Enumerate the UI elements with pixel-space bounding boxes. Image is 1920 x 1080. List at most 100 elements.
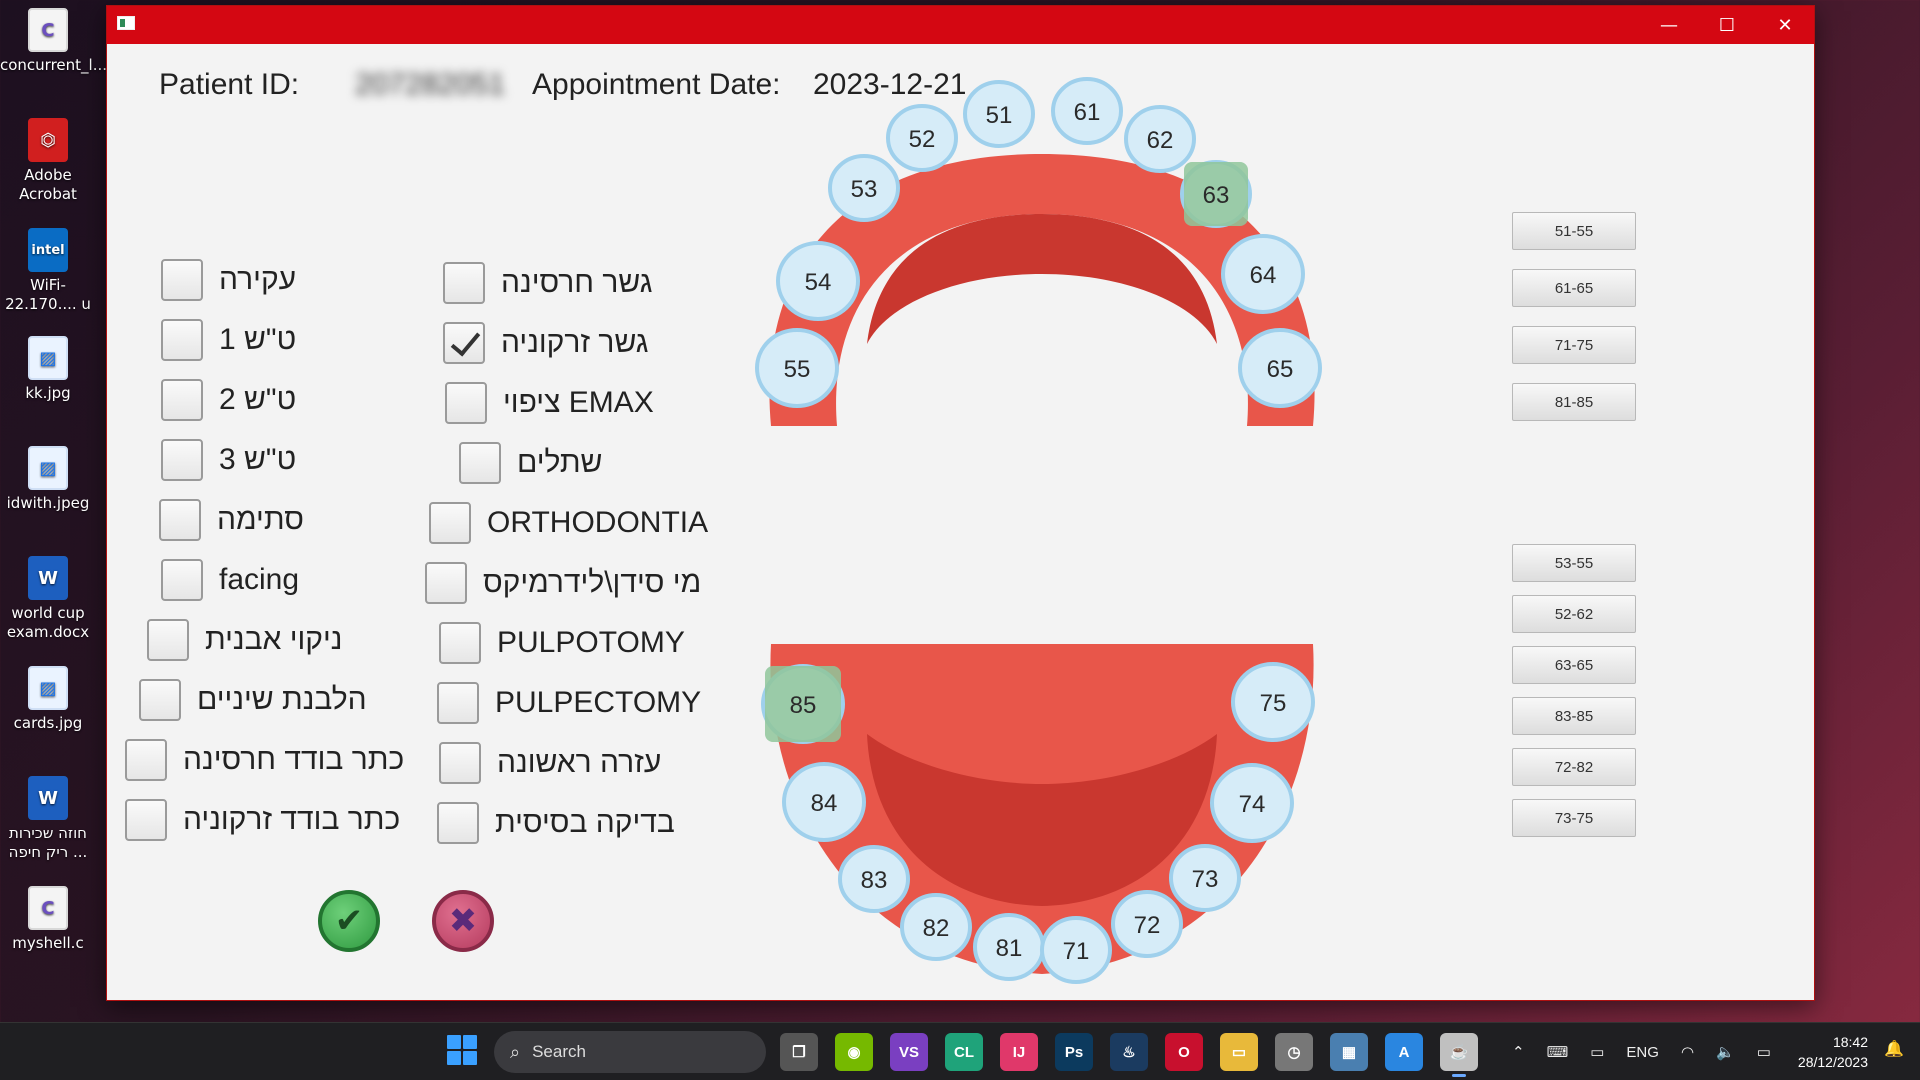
- tooth-number: 65: [1267, 356, 1294, 383]
- monitor-app-icon[interactable]: ▦: [1330, 1033, 1368, 1071]
- notification-bell-icon[interactable]: 🔔: [1884, 1039, 1904, 1058]
- taskbar-clock[interactable]: 18:42 28/12/2023: [1798, 1032, 1868, 1072]
- tooth-74[interactable]: 74: [1210, 763, 1294, 843]
- keyboard-icon[interactable]: ⌨: [1547, 1043, 1569, 1061]
- word-icon: W: [28, 556, 68, 600]
- show-hidden-icons-chevron-icon[interactable]: ⌃: [1512, 1043, 1525, 1061]
- display-icon[interactable]: ▭: [1590, 1043, 1604, 1061]
- desktop-icon[interactable]: ⏣ Adobe Acrobat: [0, 118, 96, 204]
- search-placeholder: Search: [532, 1042, 586, 1061]
- clock-time: 18:42: [1832, 1034, 1868, 1050]
- desktop-icon[interactable]: Wworld cup exam.docx: [0, 556, 96, 642]
- tooth-number: 82: [923, 915, 950, 942]
- tooth-range-button[interactable]: 51-55: [1512, 212, 1636, 250]
- clock-app-icon[interactable]: ◷: [1275, 1033, 1313, 1071]
- desktop-icon[interactable]: ▨ cards.jpg: [0, 666, 96, 733]
- tooth-82[interactable]: 82: [900, 893, 972, 961]
- clock-date: 28/12/2023: [1797, 1054, 1868, 1070]
- tooth-number: 64: [1250, 262, 1277, 289]
- desktop-icon[interactable]: intel WiFi-22.170.... u: [0, 228, 96, 314]
- tooth-range-button[interactable]: 61-65: [1512, 269, 1636, 307]
- tooth-54[interactable]: 54: [776, 241, 860, 321]
- desktop-icon-label: myshell.c: [12, 934, 84, 952]
- windows-logo-tile: [447, 1035, 461, 1049]
- tooth-61[interactable]: 61: [1051, 77, 1123, 145]
- tooth-range-button[interactable]: 83-85: [1512, 697, 1636, 735]
- task-view-icon[interactable]: ❐: [780, 1033, 818, 1071]
- desktop-icon-label: kk.jpg: [25, 384, 71, 402]
- java-app-icon: [117, 16, 135, 30]
- intellij-icon[interactable]: IJ: [1000, 1033, 1038, 1071]
- maximize-button[interactable]: ☐: [1698, 6, 1756, 44]
- tooth-number: 71: [1063, 938, 1090, 965]
- tooth-number: 54: [805, 269, 832, 296]
- battery-icon[interactable]: ▭: [1757, 1043, 1771, 1061]
- desktop-icon[interactable]: Cconcurrent_l...: [0, 8, 107, 75]
- photoshop-icon[interactable]: Ps: [1055, 1033, 1093, 1071]
- tooth-number: 75: [1260, 690, 1287, 717]
- c-file-icon: C: [28, 886, 68, 930]
- system-tray: ⌃ ⌨ ▭ ENG ◠ 🔈 ▭: [1512, 1023, 1771, 1080]
- pdf-icon: ⏣: [28, 118, 68, 162]
- tooth-number: 83: [861, 867, 888, 894]
- search-icon: ⌕: [510, 1041, 521, 1062]
- close-button[interactable]: ✕: [1756, 6, 1814, 44]
- opera-icon[interactable]: O: [1165, 1033, 1203, 1071]
- java-icon[interactable]: ☕: [1440, 1033, 1478, 1077]
- tooth-65[interactable]: 65: [1238, 328, 1322, 408]
- tooth-55[interactable]: 55: [755, 328, 839, 408]
- tooth-range-button[interactable]: 81-85: [1512, 383, 1636, 421]
- tooth-range-button[interactable]: 73-75: [1512, 799, 1636, 837]
- tooth-number: 84: [811, 790, 838, 817]
- app-store-icon[interactable]: A: [1385, 1033, 1423, 1071]
- steam-icon[interactable]: ♨: [1110, 1033, 1148, 1071]
- tooth-number: 73: [1192, 866, 1219, 893]
- image-icon: ▨: [28, 336, 68, 380]
- windows-logo-tile: [463, 1035, 477, 1049]
- tooth-range-button[interactable]: 72-82: [1512, 748, 1636, 786]
- tooth-73[interactable]: 73: [1169, 844, 1241, 912]
- visual-studio-icon[interactable]: VS: [890, 1033, 928, 1071]
- tooth-number: 81: [996, 935, 1023, 962]
- tooth-85[interactable]: 85: [761, 664, 845, 744]
- minimize-button[interactable]: —: [1640, 6, 1698, 44]
- tooth-81[interactable]: 81: [973, 913, 1045, 981]
- tooth-range-button[interactable]: 52-62: [1512, 595, 1636, 633]
- desktop-icon[interactable]: Cmyshell.c: [0, 886, 96, 953]
- upper-jaw-chart: 51 61 52 62 53 63 54 64 55 65 85 75 84 74 83 73 82 72 81 71: [755, 77, 1322, 984]
- clion-icon[interactable]: CL: [945, 1033, 983, 1071]
- tooth-63[interactable]: 63: [1180, 160, 1252, 228]
- tooth-62[interactable]: 62: [1124, 105, 1196, 173]
- tooth-number: 53: [851, 176, 878, 203]
- taskbar-search[interactable]: ⌕ Search: [494, 1031, 766, 1073]
- start-button[interactable]: [447, 1035, 477, 1065]
- desktop-icon-label: Adobe Acrobat: [19, 166, 77, 203]
- taskbar: ⌕ Search ❐ ◉ VS CL IJ Ps ♨ O ▭ ◷ ▦ A ☕ ⌃ ⌨ ▭ ENG ◠ 🔈…: [0, 1022, 1920, 1080]
- volume-icon[interactable]: 🔈: [1716, 1043, 1735, 1061]
- tooth-53[interactable]: 53: [828, 154, 900, 222]
- tooth-64[interactable]: 64: [1221, 234, 1305, 314]
- desktop-icon-label: WiFi-22.170.... u: [5, 276, 91, 313]
- windows-logo-tile: [463, 1051, 477, 1065]
- tooth-range-button[interactable]: 71-75: [1512, 326, 1636, 364]
- desktop-icon[interactable]: ▨ kk.jpg: [0, 336, 96, 403]
- desktop-icon-label: חוזה שכירות ריק חיפה ...: [8, 824, 88, 861]
- tooth-number: 55: [784, 356, 811, 383]
- desktop-icon[interactable]: ▨ idwith.jpeg: [0, 446, 96, 513]
- tooth-52[interactable]: 52: [886, 104, 958, 172]
- file-explorer-icon[interactable]: ▭: [1220, 1033, 1258, 1071]
- desktop-icon[interactable]: W חוזה שכירות ריק חיפה ...: [0, 776, 96, 862]
- tooth-51[interactable]: 51: [963, 80, 1035, 148]
- tooth-range-button[interactable]: 53-55: [1512, 544, 1636, 582]
- tooth-75[interactable]: 75: [1231, 662, 1315, 742]
- wifi-icon[interactable]: ◠: [1681, 1043, 1694, 1061]
- tooth-71[interactable]: 71: [1040, 916, 1112, 984]
- tooth-83[interactable]: 83: [838, 845, 910, 913]
- tooth-84[interactable]: 84: [782, 762, 866, 842]
- title-bar[interactable]: — ☐ ✕: [107, 6, 1814, 44]
- nvidia-icon[interactable]: ◉: [835, 1033, 873, 1071]
- tooth-number: 72: [1134, 912, 1161, 939]
- tooth-72[interactable]: 72: [1111, 890, 1183, 958]
- language-indicator[interactable]: ENG: [1626, 1044, 1659, 1061]
- tooth-range-button[interactable]: 63-65: [1512, 646, 1636, 684]
